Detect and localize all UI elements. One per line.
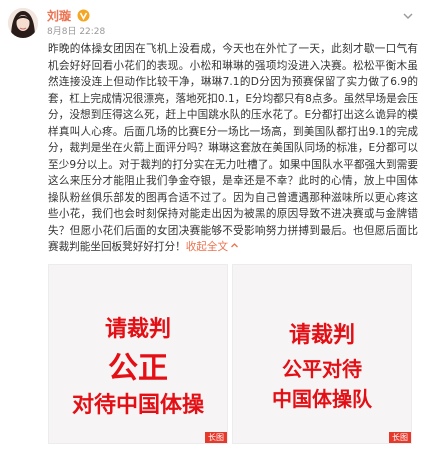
image-1-line-1: 请裁判: [104, 317, 171, 342]
post-images: 请裁判 公正 对待中国体操 长图 请裁判 公平对待 中国体操队 长图: [48, 264, 412, 444]
image-1-line-2: 公正: [108, 351, 168, 386]
post-timestamp[interactable]: 8月8日 22:28: [47, 27, 105, 38]
image-thumbnail-2[interactable]: 请裁判 公平对待 中国体操队 长图: [232, 264, 412, 444]
image-2-line-3: 中国体操队: [272, 387, 372, 411]
v-badge-icon: [77, 9, 90, 22]
long-image-tag: 长图: [205, 432, 227, 443]
image-thumbnail-1[interactable]: 请裁判 公正 对待中国体操 长图: [48, 264, 228, 444]
image-2-line-2: 公平对待: [282, 357, 362, 381]
image-2-line-1: 请裁判: [288, 323, 355, 348]
collapse-full-text-link[interactable]: 收起全文: [186, 241, 239, 253]
avatar[interactable]: [8, 8, 38, 38]
post-header: 刘璇 8月8日 22:28: [0, 0, 424, 40]
chevron-down-icon[interactable]: [402, 10, 414, 22]
post-text: 昨晚的体操女团因在飞机上没看成，今天也在外忙了一天，此刻才歇一口气有机会好好回看…: [48, 43, 418, 253]
avatar-image: [8, 8, 38, 38]
collapse-label: 收起全文: [185, 241, 229, 253]
chevron-up-icon: [231, 243, 239, 248]
image-1-line-3: 对待中国体操: [71, 393, 204, 418]
username-link[interactable]: 刘璇: [47, 9, 71, 23]
post-body: 昨晚的体操女团因在飞机上没看成，今天也在外忙了一天，此刻才歇一口气有机会好好回看…: [48, 41, 418, 256]
long-image-tag: 长图: [389, 432, 411, 443]
